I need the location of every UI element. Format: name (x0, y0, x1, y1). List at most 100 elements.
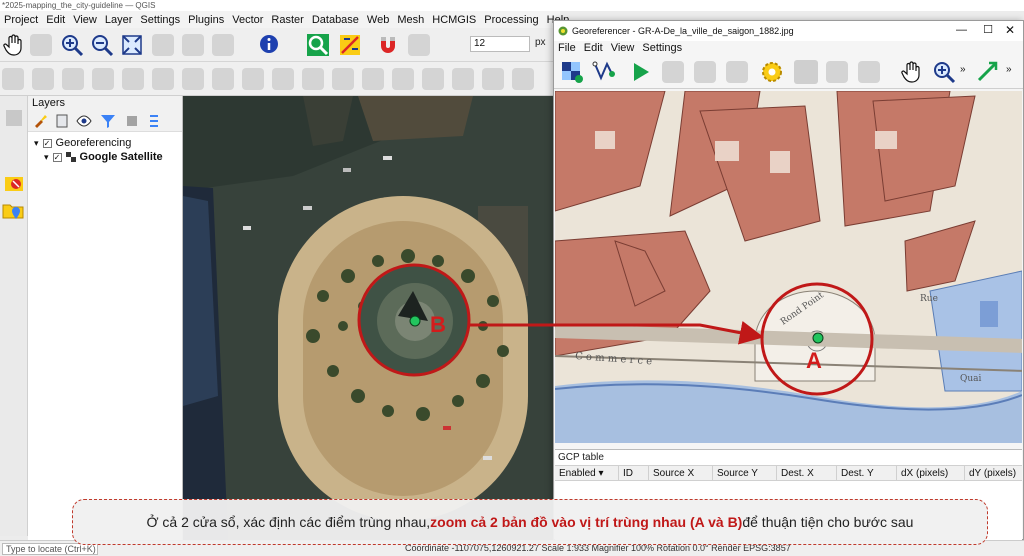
pan-to-selection-icon[interactable] (30, 34, 52, 56)
menu-vector[interactable]: Vector (228, 14, 267, 26)
show-hide-label-icon[interactable] (512, 68, 534, 90)
field-calculator-icon[interactable] (338, 33, 362, 57)
gear-settings-icon[interactable] (760, 60, 784, 84)
zoom-in-icon[interactable] (60, 33, 84, 57)
save-gcp-icon[interactable] (726, 61, 748, 83)
link-georeferencer-icon[interactable] (976, 60, 1000, 84)
fill-ring-icon[interactable] (302, 68, 324, 90)
layers-panel: Layers ▾ ✓ Georeferencing ▾ ✓ Google Sat… (28, 96, 183, 540)
select-features-icon[interactable] (306, 33, 330, 57)
rotate-feature-icon[interactable] (152, 68, 174, 90)
collapse-arrow-icon[interactable]: ▾ (34, 138, 39, 149)
expand-all-icon[interactable] (146, 113, 162, 129)
zoom-selection-icon[interactable] (152, 34, 174, 56)
layer-checkbox[interactable]: ✓ (52, 152, 62, 162)
pan-hand-icon[interactable] (2, 33, 26, 57)
gcp-col-source-y[interactable]: Source Y (713, 466, 777, 480)
start-georeferencing-icon[interactable] (628, 60, 652, 84)
menu-view[interactable]: View (69, 14, 101, 26)
generate-script-icon[interactable] (662, 61, 684, 83)
main-menubar: Project Edit View Layer Settings Plugins… (0, 11, 569, 28)
style-brush-icon[interactable] (32, 113, 48, 129)
load-gcp-icon[interactable] (694, 61, 716, 83)
geo-menu-edit[interactable]: Edit (580, 42, 607, 54)
georeferencer-map-canvas[interactable]: C o m m e r c e Rond Point Quai Rue (555, 91, 1022, 443)
collapse-arrow-icon[interactable]: ▾ (44, 152, 49, 163)
gcp-col-dy[interactable]: dY (pixels) (965, 466, 1022, 480)
add-part-icon[interactable] (392, 68, 414, 90)
menu-raster[interactable]: Raster (267, 14, 307, 26)
split-feature-icon[interactable] (182, 68, 204, 90)
menu-edit[interactable]: Edit (42, 14, 69, 26)
point-b-label: B (430, 312, 446, 337)
zoom-in-icon[interactable] (932, 60, 956, 84)
measure-icon[interactable] (2, 68, 24, 90)
filter-legend-icon[interactable] (124, 113, 140, 129)
offset-curve-icon[interactable] (272, 68, 294, 90)
data-source-icon[interactable] (4, 108, 24, 128)
menu-project[interactable]: Project (0, 14, 42, 26)
gcp-col-dest-x[interactable]: Dest. X (777, 466, 837, 480)
filter-icon[interactable] (100, 113, 116, 129)
geo-menu-view[interactable]: View (607, 42, 639, 54)
toolbar-overflow-icon[interactable]: » (960, 64, 966, 75)
transformation-settings-icon[interactable] (592, 60, 616, 84)
zoom-layer-icon[interactable] (182, 34, 204, 56)
qgis-logo-icon (558, 26, 568, 36)
visibility-eye-icon[interactable] (76, 113, 92, 129)
menu-mesh[interactable]: Mesh (393, 14, 428, 26)
menu-layer[interactable]: Layer (101, 14, 137, 26)
georeferencer-menubar: File Edit View Settings (554, 41, 1023, 55)
scale-input[interactable]: 12 (470, 36, 530, 52)
add-polygon-icon[interactable] (62, 68, 84, 90)
gcp-col-dx[interactable]: dX (pixels) (897, 466, 965, 480)
layer-checkbox[interactable]: ✓ (42, 138, 52, 148)
menu-database[interactable]: Database (308, 14, 363, 26)
add-point-icon[interactable] (794, 60, 818, 84)
move-gcp-icon[interactable] (858, 61, 880, 83)
magnet-snapping-icon[interactable] (376, 33, 400, 57)
geo-menu-file[interactable]: File (554, 42, 580, 54)
maximize-icon[interactable]: ☐ (983, 23, 993, 36)
layer-item-georeferencing[interactable]: ▾ ✓ Georeferencing (34, 137, 131, 149)
merge-feature-icon[interactable] (212, 68, 234, 90)
gcp-col-enabled[interactable]: Enabled ▾ (555, 466, 619, 480)
delete-part-icon[interactable] (422, 68, 444, 90)
move-feature-icon[interactable] (122, 68, 144, 90)
zoom-out-icon[interactable] (90, 33, 114, 57)
zoom-native-icon[interactable] (212, 34, 234, 56)
main-map-canvas[interactable] (183, 96, 554, 540)
delete-point-icon[interactable] (826, 61, 848, 83)
toolbar-overflow-icon[interactable]: » (1006, 64, 1012, 75)
caption-text-before: Ở cả 2 cửa sổ, xác định các điểm trùng n… (146, 514, 431, 530)
simplify-icon[interactable] (362, 68, 384, 90)
menu-web[interactable]: Web (363, 14, 393, 26)
digitize-icon[interactable] (408, 34, 430, 56)
gcp-col-dest-y[interactable]: Dest. Y (837, 466, 897, 480)
close-icon[interactable]: ✕ (1005, 23, 1015, 37)
pin-label-icon[interactable] (482, 68, 504, 90)
open-raster-icon[interactable] (560, 60, 584, 84)
svg-text:Quai: Quai (960, 374, 982, 384)
identify-icon[interactable] (258, 33, 282, 57)
menu-processing[interactable]: Processing (480, 14, 542, 26)
pan-hand-icon[interactable] (900, 60, 924, 84)
gcp-col-source-x[interactable]: Source X (649, 466, 713, 480)
reshape-icon[interactable] (242, 68, 264, 90)
delete-ring-icon[interactable] (332, 68, 354, 90)
minimize-icon[interactable]: — (956, 24, 967, 36)
vertex-tool-icon[interactable] (92, 68, 114, 90)
add-group-icon[interactable] (54, 113, 70, 129)
add-point-icon[interactable] (32, 68, 54, 90)
menu-plugins[interactable]: Plugins (184, 14, 228, 26)
menu-hcmgis[interactable]: HCMGIS (428, 14, 480, 26)
gcp-col-id[interactable]: ID (619, 466, 649, 480)
location-pin-icon[interactable] (10, 206, 22, 220)
zoom-full-icon[interactable] (120, 33, 144, 57)
layer-item-google-satellite[interactable]: ▾ ✓ Google Satellite (44, 151, 163, 163)
label-tool-icon[interactable] (452, 68, 474, 90)
historic-map-image: C o m m e r c e Rond Point Quai Rue (555, 91, 1022, 443)
remove-layer-icon[interactable] (4, 174, 24, 194)
menu-settings[interactable]: Settings (136, 14, 184, 26)
geo-menu-settings[interactable]: Settings (638, 42, 686, 54)
